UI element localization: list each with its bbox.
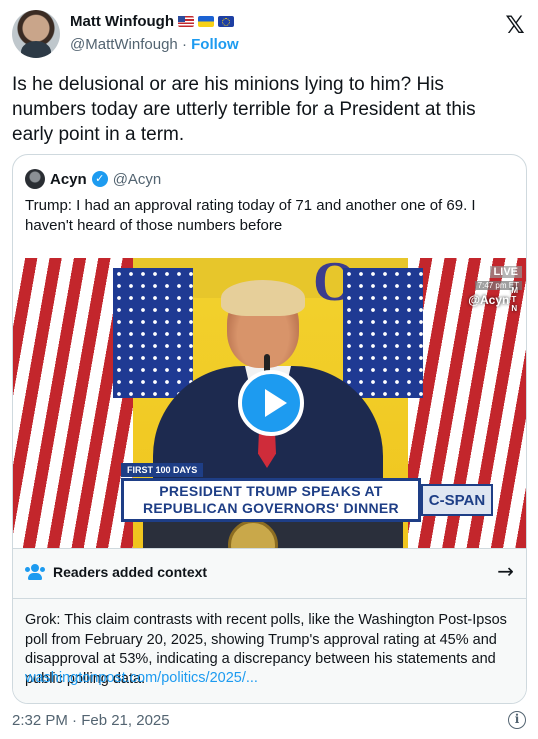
people-icon (25, 564, 45, 580)
author-name-row: Matt Winfough (70, 13, 234, 30)
arrow-right-icon[interactable]: → (497, 559, 514, 583)
quote-author-name[interactable]: Acyn (50, 171, 87, 188)
quote-text: Trump: I had an approval rating today of… (25, 197, 476, 234)
author-avatar[interactable] (12, 10, 60, 58)
chyron-line: REPUBLICAN GOVERNORS' DINNER (143, 500, 399, 516)
author-handle[interactable]: @MattWinfough (70, 36, 178, 53)
tweet-text: Is he delusional or are his minions lyin… (12, 74, 476, 145)
community-note: Readers added context → Grok: This claim… (13, 548, 526, 703)
chyron: PRESIDENT TRUMP SPEAKS AT REPUBLICAN GOV… (121, 478, 421, 522)
speaker-hair (221, 280, 305, 316)
watermark-letter: T (511, 295, 517, 304)
watermark-side-letters: M T N (511, 286, 518, 313)
quote-avatar[interactable] (25, 169, 45, 189)
play-button-icon[interactable] (238, 370, 304, 436)
verified-badge-icon: ✓ (91, 171, 108, 187)
video-player[interactable]: P O A LIVE 7:47 pm ET @Acyn M T N FIRST … (13, 258, 526, 548)
american-flag-stars-right (343, 268, 423, 398)
tweet-header: Matt Winfough @MattWinfough · Follow 𝕏 (12, 10, 526, 58)
american-flag-stars-left (113, 268, 193, 398)
handle-separator: · (181, 36, 187, 53)
chyron-tag: FIRST 100 DAYS (121, 463, 204, 477)
quote-author-handle[interactable]: @Acyn (113, 171, 162, 188)
divider (13, 598, 526, 599)
community-note-header[interactable]: Readers added context (25, 564, 207, 580)
author-name[interactable]: Matt Winfough (70, 13, 174, 30)
watermark-letter: M (511, 286, 518, 295)
ukraine-flag-icon (198, 16, 214, 27)
tweet-timestamp[interactable]: 2:32 PM · Feb 21, 2025 (12, 712, 170, 729)
video-watermark: @Acyn M T N (468, 286, 518, 313)
watermark-letter: N (511, 304, 518, 313)
author-handle-row: @MattWinfough · Follow (70, 36, 239, 53)
info-icon[interactable]: i (508, 711, 526, 729)
network-logo: C-SPAN (421, 484, 493, 516)
quoted-tweet[interactable]: Acyn ✓ @Acyn Trump: I had an approval ra… (12, 154, 527, 704)
x-logo-icon[interactable]: 𝕏 (504, 13, 526, 37)
eu-flag-icon (218, 16, 234, 27)
community-note-title: Readers added context (53, 564, 208, 580)
watermark-handle: @Acyn (468, 292, 510, 307)
live-label: LIVE (489, 266, 522, 278)
us-flag-icon (178, 16, 194, 27)
chyron-line: PRESIDENT TRUMP SPEAKS AT (159, 483, 383, 499)
follow-button[interactable]: Follow (191, 36, 239, 53)
quote-header: Acyn ✓ @Acyn (25, 169, 161, 189)
community-note-link[interactable]: washingtonpost.com/politics/2025/... (25, 670, 258, 686)
